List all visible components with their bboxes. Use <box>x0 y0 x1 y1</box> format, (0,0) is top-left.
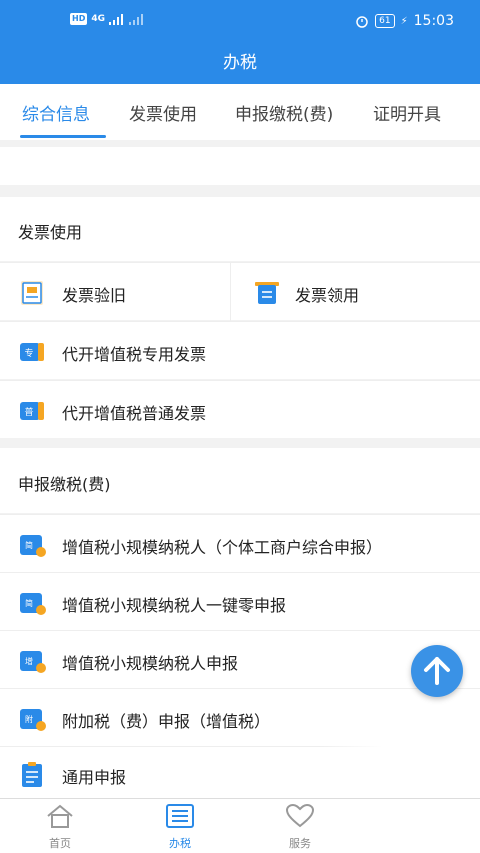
page-title: 办税 <box>223 53 257 73</box>
invoice-check-icon <box>21 281 43 305</box>
svg-text:专: 专 <box>24 347 33 359</box>
tab-overview[interactable]: 综合信息 <box>22 100 90 125</box>
section-header-invoice: 发票使用 <box>0 197 480 261</box>
tax-declare-icon: 简 <box>20 535 46 557</box>
tab-invoice[interactable]: 发票使用 <box>129 100 197 125</box>
battery-indicator: 61 <box>375 14 395 28</box>
nav-label: 办税 <box>169 837 191 850</box>
clock: 15:03 <box>413 13 454 29</box>
arrow-up-icon <box>424 657 450 685</box>
menu-item-tax-4[interactable]: 附 附加税（费）申报（增值税） <box>0 688 480 746</box>
svg-text:简: 简 <box>25 540 33 550</box>
invoice-row-1: 发票验旧 发票领用 <box>0 262 480 321</box>
menu-item-invoice-receive[interactable]: 发票领用 <box>231 263 480 321</box>
section-header-tax: 申报缴税(费) <box>0 448 480 513</box>
menu-item-label: 代开增值税普通发票 <box>62 404 207 423</box>
svg-text:普: 普 <box>24 406 33 418</box>
section-title: 申报缴税(费) <box>18 475 111 494</box>
network-label: 4G <box>91 14 105 24</box>
menu-item-label: 代开增值税专用发票 <box>62 345 207 364</box>
ordinary-invoice-icon: 普 <box>20 402 44 420</box>
tax-declare-icon: 附 <box>20 709 46 731</box>
nav-home[interactable]: 首页 <box>30 803 90 851</box>
menu-item-ordinary-invoice[interactable]: 普 代开增值税普通发票 <box>0 380 480 438</box>
status-bar: HD 4G 61 ⚡ 15:03 <box>0 0 480 44</box>
menu-item-label: 发票验旧 <box>62 286 127 305</box>
special-invoice-icon: 专 <box>20 343 44 361</box>
home-icon <box>47 804 73 828</box>
app-header: HD 4G 61 ⚡ 15:03 办税 <box>0 0 480 84</box>
alarm-icon <box>356 16 368 28</box>
tab-bar: 综合信息 发票使用 申报缴税(费) 证明开具 <box>0 84 480 140</box>
menu-item-tax-1[interactable]: 简 增值税小规模纳税人（个体工商户综合申报） <box>0 514 480 572</box>
signal-icon <box>129 13 143 25</box>
section-title: 发票使用 <box>18 223 83 242</box>
nav-tax[interactable]: 办税 <box>150 803 210 851</box>
menu-item-label: 增值税小规模纳税人一键零申报 <box>62 596 287 615</box>
menu-item-label: 增值税小规模纳税人申报 <box>62 654 239 673</box>
general-declare-icon <box>22 762 42 787</box>
list-icon <box>166 804 194 828</box>
tab-certificate[interactable]: 证明开具 <box>373 100 441 125</box>
tax-declare-icon: 简 <box>20 593 46 615</box>
nav-label: 首页 <box>49 837 71 850</box>
nav-service[interactable]: 服务 <box>270 803 330 851</box>
empty-panel <box>0 147 480 185</box>
scroll-top-button[interactable] <box>411 645 463 697</box>
menu-item-label: 发票领用 <box>295 286 360 305</box>
menu-item-label: 附加税（费）申报（增值税） <box>62 712 271 731</box>
menu-item-tax-2[interactable]: 简 增值税小规模纳税人一键零申报 <box>0 572 480 630</box>
signal-icon <box>109 13 123 25</box>
bottom-nav: 首页 办税 服务 <box>0 798 480 853</box>
active-tab-indicator <box>20 135 106 138</box>
tax-declare-icon: 增 <box>20 651 46 673</box>
tab-declare[interactable]: 申报缴税(费) <box>235 100 333 125</box>
menu-item-tax-3[interactable]: 增 增值税小规模纳税人申报 <box>0 630 480 688</box>
charging-icon: ⚡ <box>400 15 408 27</box>
nav-label: 服务 <box>289 837 311 850</box>
svg-text:增: 增 <box>25 656 33 666</box>
hd-badge: HD <box>70 13 88 25</box>
menu-item-label: 增值税小规模纳税人（个体工商户综合申报） <box>62 538 383 557</box>
svg-text:简: 简 <box>25 598 33 608</box>
heart-icon <box>285 803 315 828</box>
invoice-receive-icon <box>255 282 279 304</box>
svg-text:附: 附 <box>25 714 33 724</box>
menu-item-invoice-check[interactable]: 发票验旧 <box>0 263 230 321</box>
menu-item-label: 通用申报 <box>62 768 127 787</box>
menu-item-special-invoice[interactable]: 专 代开增值税专用发票 <box>0 321 480 379</box>
